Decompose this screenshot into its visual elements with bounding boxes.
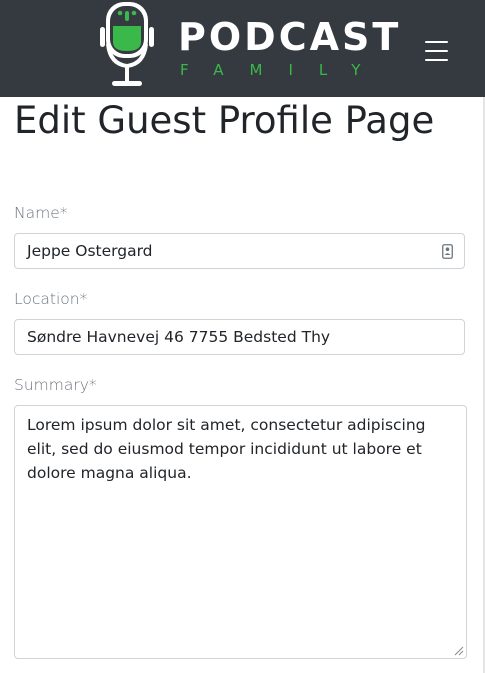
brand-tagline: FAMILY <box>180 61 387 79</box>
contact-card-icon[interactable] <box>442 244 453 259</box>
summary-label: Summary* <box>14 376 97 394</box>
top-navbar: PODCAST FAMILY <box>0 0 485 97</box>
location-input-value: Søndre Havnevej 46 7755 Bedsted Thy <box>27 328 331 346</box>
microphone-logo-icon <box>100 2 154 86</box>
page-title: Edit Guest Profile Page <box>14 99 435 142</box>
name-input[interactable]: Jeppe Ostergard <box>14 233 465 269</box>
brand-logo[interactable]: PODCAST FAMILY <box>100 0 398 92</box>
resize-handle-icon[interactable] <box>454 646 464 656</box>
brand-name: PODCAST <box>178 15 402 59</box>
location-label: Location* <box>14 290 88 308</box>
location-input[interactable]: Søndre Havnevej 46 7755 Bedsted Thy <box>14 319 465 355</box>
hamburger-menu-icon[interactable] <box>425 41 449 61</box>
summary-textarea[interactable]: Lorem ipsum dolor sit amet, consectetur … <box>14 405 467 659</box>
name-label: Name* <box>14 204 68 222</box>
name-input-value: Jeppe Ostergard <box>27 242 153 260</box>
summary-textarea-value: Lorem ipsum dolor sit amet, consectetur … <box>27 416 426 482</box>
